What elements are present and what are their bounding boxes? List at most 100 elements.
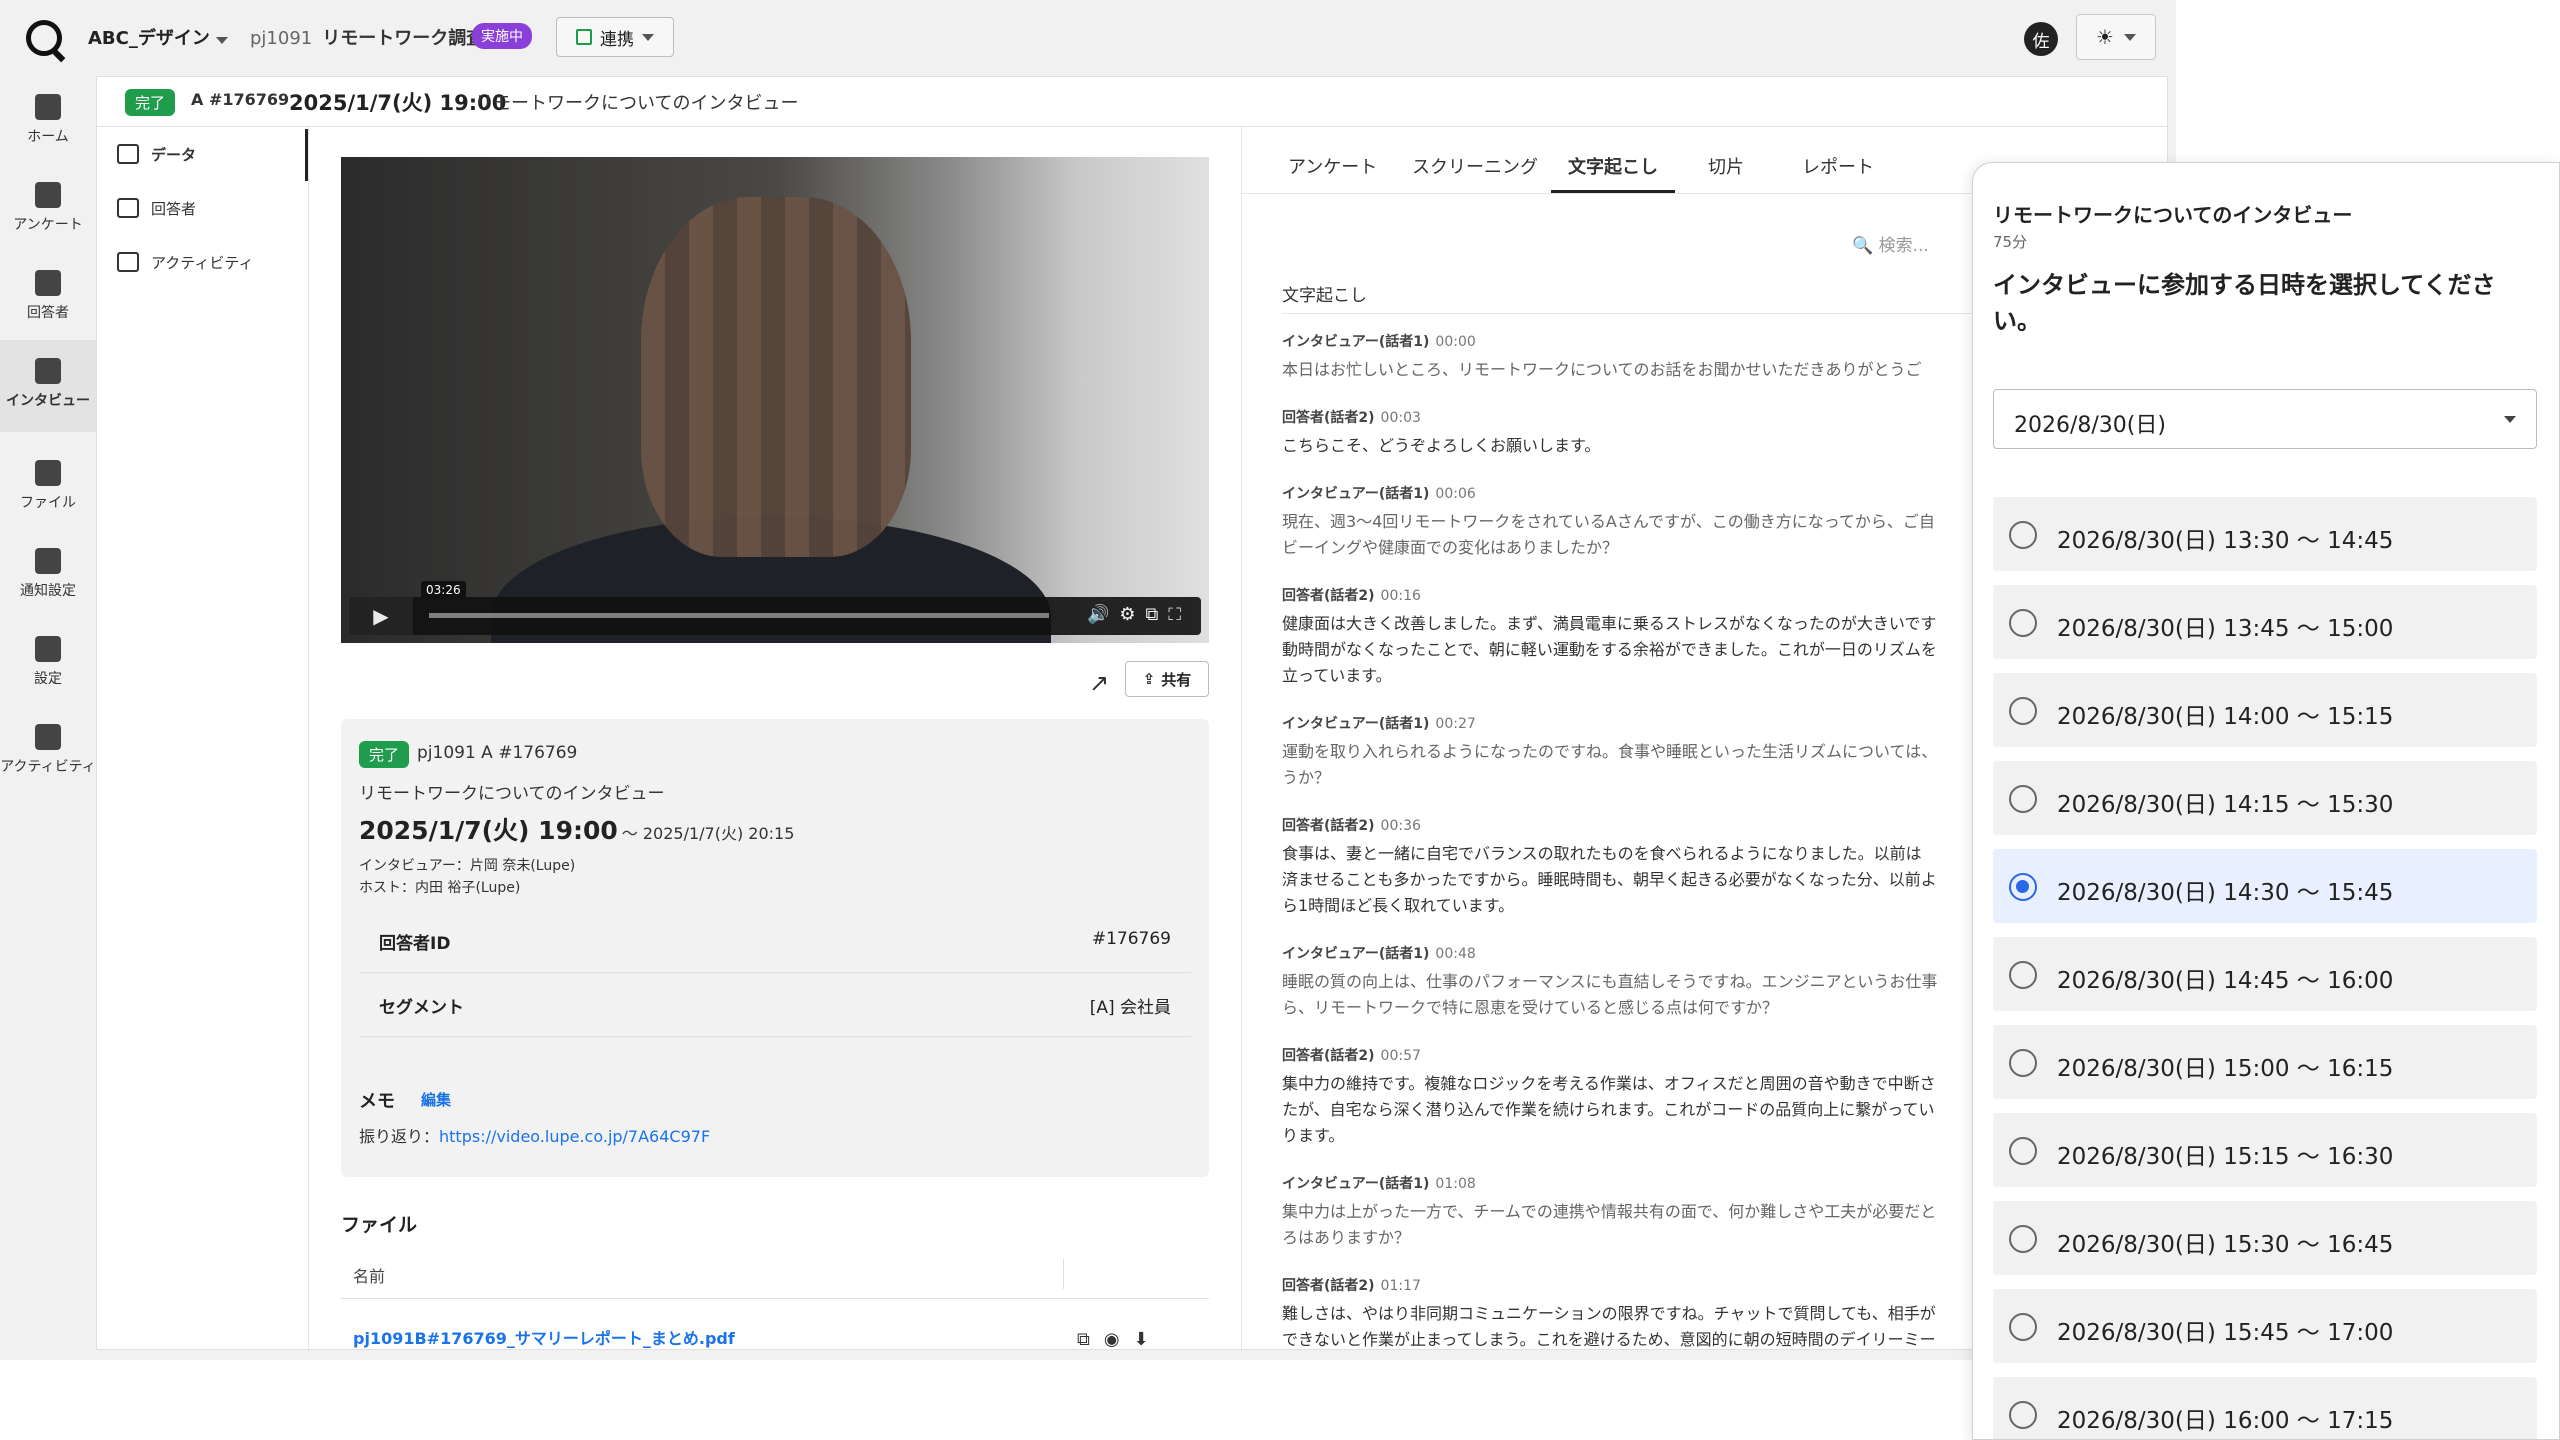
subnav-item-data[interactable]: データ — [117, 137, 196, 171]
folder-icon — [35, 460, 61, 486]
sidebar-item-settings[interactable]: 設定 — [0, 618, 96, 706]
speaker: インタビュアー(話者1) — [1282, 716, 1430, 732]
time-slot-option[interactable]: 2026/8/30(日) 14:00 〜 15:15 — [1993, 673, 2537, 747]
eye-icon[interactable]: ◉ — [1104, 1329, 1134, 1350]
radio-button[interactable] — [2009, 785, 2037, 813]
copy-icon[interactable]: ⧉ — [1077, 1329, 1104, 1350]
speaker: インタビュアー(話者1) — [1282, 486, 1430, 502]
radio-button[interactable] — [2009, 1137, 2037, 1165]
subnav-item-respondent[interactable]: 回答者 — [117, 191, 196, 225]
memo-link[interactable]: https://video.lupe.co.jp/7A64C97F — [439, 1127, 710, 1146]
chevron-down-icon — [642, 33, 654, 41]
timestamp[interactable]: 00:27 — [1435, 716, 1475, 732]
sun-icon: ☀ — [2096, 25, 2114, 49]
speaker: インタビュアー(話者1) — [1282, 946, 1430, 962]
link-button[interactable]: 連携 — [556, 17, 674, 57]
sidebar-item-interview[interactable]: インタビュー — [0, 340, 96, 432]
timestamp[interactable]: 00:48 — [1435, 946, 1475, 962]
speaker: 回答者(話者2) — [1282, 410, 1375, 426]
timestamp[interactable]: 00:57 — [1381, 1048, 1421, 1064]
sidebar-item-survey[interactable]: アンケート — [0, 164, 96, 252]
time-slot-option[interactable]: 2026/8/30(日) 15:00 〜 16:15 — [1993, 1025, 2537, 1099]
radio-button[interactable] — [2009, 1313, 2037, 1341]
info-title: リモートワークについてのインタビュー — [359, 784, 665, 804]
radio-button[interactable] — [2009, 697, 2037, 725]
sidebar-item-activity[interactable]: アクティビティ — [0, 706, 96, 794]
time-slot-option[interactable]: 2026/8/30(日) 14:15 〜 15:30 — [1993, 761, 2537, 835]
time-slot-option[interactable]: 2026/8/30(日) 15:30 〜 16:45 — [1993, 1201, 2537, 1275]
sidebar-item-home[interactable]: ホーム — [0, 76, 96, 164]
time-slot-option[interactable]: 2026/8/30(日) 15:45 〜 17:00 — [1993, 1289, 2537, 1363]
tab-survey[interactable]: アンケート — [1288, 153, 1377, 179]
calendar-icon — [576, 29, 592, 45]
file-link[interactable]: pj1091B#176769_サマリーレポート_まとめ.pdf — [353, 1325, 735, 1349]
tab-screening[interactable]: スクリーニング — [1412, 153, 1538, 179]
subnav-item-activity[interactable]: アクティビティ — [117, 245, 253, 279]
theme-toggle-button[interactable]: ☀ — [2076, 14, 2156, 60]
memo-edit-link[interactable]: 編集 — [421, 1089, 451, 1110]
volume-icon[interactable]: 🔊 — [1087, 604, 1119, 625]
tab-clips[interactable]: 切片 — [1708, 153, 1744, 179]
pip-icon[interactable]: ⧉ — [1146, 604, 1169, 625]
time-slot-option[interactable]: 2026/8/30(日) 13:45 〜 15:00 — [1993, 585, 2537, 659]
memo-text: 振り返り：https://video.lupe.co.jp/7A64C97F — [359, 1123, 710, 1147]
time-slot-option-selected[interactable]: 2026/8/30(日) 14:30 〜 15:45 — [1993, 849, 2537, 923]
radio-button[interactable] — [2009, 609, 2037, 637]
tab-transcript[interactable]: 文字起こし — [1568, 153, 1658, 179]
project-breadcrumb[interactable]: pj1091 リモートワーク調査 — [250, 24, 484, 50]
interview-detail-card: 完了 A #176769 2025/1/7(火) 19:00 リモートワークにつ… — [96, 76, 2169, 1351]
radio-button[interactable] — [2009, 1049, 2037, 1077]
video-player[interactable]: 03:26 ▶ 🔊⚙⧉⛶ — [341, 157, 1209, 643]
timestamp[interactable]: 00:06 — [1435, 486, 1475, 502]
gear-icon[interactable]: ⚙ — [1119, 604, 1145, 625]
column-header-name[interactable]: 名前 — [353, 1263, 385, 1287]
transcript-title: 文字起こし — [1282, 286, 1367, 306]
info-start: 2025/1/7(火) 19:00 — [359, 816, 618, 845]
video-control-icons[interactable]: 🔊⚙⧉⛶ — [1087, 604, 1191, 625]
time-slot-option[interactable]: 2026/8/30(日) 16:00 〜 17:15 — [1993, 1377, 2537, 1439]
radio-button[interactable] — [2009, 521, 2037, 549]
org-name: ABC_デザイン — [88, 28, 210, 49]
radio-button[interactable] — [2009, 1401, 2037, 1429]
search-input[interactable]: 🔍 検索... — [1852, 231, 1929, 256]
sidebar-item-notifications[interactable]: 通知設定 — [0, 530, 96, 618]
timestamp[interactable]: 00:16 — [1381, 588, 1421, 604]
sidebar-item-respondents[interactable]: 回答者 — [0, 252, 96, 340]
radio-button[interactable] — [2009, 961, 2037, 989]
time-slot-label: 2026/8/30(日) 15:45 〜 17:00 — [2057, 1320, 2394, 1346]
respondent-id-row: 回答者ID #176769 — [359, 909, 1191, 973]
link-button-label: 連携 — [600, 29, 634, 50]
respondent-id: A #176769 — [191, 90, 290, 109]
radio-button[interactable] — [2009, 1225, 2037, 1253]
memo-label: メモ — [359, 1091, 395, 1112]
open-external-icon[interactable]: ↗ — [1089, 669, 1109, 697]
timestamp[interactable]: 01:17 — [1381, 1278, 1421, 1294]
tab-report[interactable]: レポート — [1802, 153, 1874, 179]
files-title: ファイル — [341, 1214, 418, 1236]
timestamp[interactable]: 01:08 — [1435, 1176, 1475, 1192]
chat-icon — [35, 358, 61, 384]
interview-info-card: 完了 pj1091 A #176769 リモートワークについてのインタビュー 2… — [341, 719, 1209, 1177]
timestamp[interactable]: 00:03 — [1381, 410, 1421, 426]
avatar[interactable]: 佐 — [2024, 22, 2058, 56]
time-slot-option[interactable]: 2026/8/30(日) 15:15 〜 16:30 — [1993, 1113, 2537, 1187]
play-button[interactable]: ▶ — [349, 597, 413, 635]
time-slot-option[interactable]: 2026/8/30(日) 13:30 〜 14:45 — [1993, 497, 2537, 571]
timestamp[interactable]: 00:36 — [1381, 818, 1421, 834]
info-interviewer: インタビュアー：片岡 奈未(Lupe) — [359, 858, 576, 874]
radio-button-checked[interactable] — [2009, 873, 2037, 901]
timestamp[interactable]: 00:00 — [1435, 334, 1475, 350]
kv-key: セグメント — [379, 998, 464, 1018]
time-slot-option[interactable]: 2026/8/30(日) 14:45 〜 16:00 — [1993, 937, 2537, 1011]
date-select[interactable]: 2026/8/30(日) — [1993, 389, 2537, 449]
org-switcher[interactable]: ABC_デザイン — [88, 24, 229, 50]
sidebar-item-files[interactable]: ファイル — [0, 442, 96, 530]
share-button[interactable]: ⇪ 共有 — [1125, 661, 1209, 697]
download-icon[interactable]: ⬇ — [1134, 1329, 1163, 1350]
logo-icon[interactable] — [26, 20, 62, 56]
subnav-item-label: 回答者 — [151, 199, 197, 218]
fullscreen-icon[interactable]: ⛶ — [1168, 604, 1191, 625]
inbox-icon — [35, 724, 61, 750]
time-slot-label: 2026/8/30(日) 15:15 〜 16:30 — [2057, 1144, 2394, 1170]
video-progress-bar[interactable] — [429, 613, 1049, 618]
